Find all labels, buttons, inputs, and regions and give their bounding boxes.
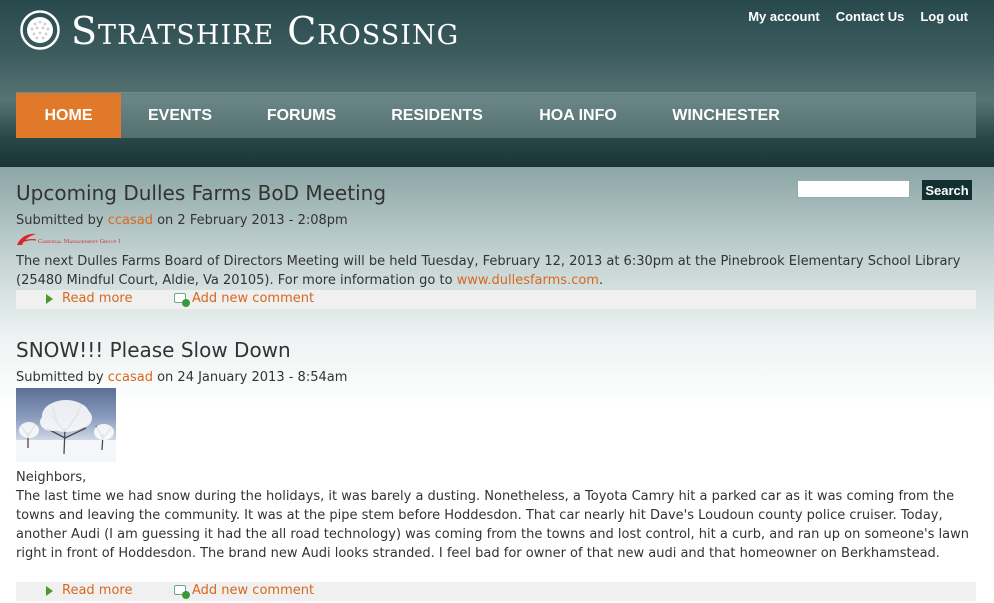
contact-us-link[interactable]: Contact Us [836,9,905,24]
body-text: The last time we had snow during the hol… [16,489,969,561]
nav-item-home[interactable]: HOME [16,93,121,138]
post-body: The next Dulles Farms Board of Directors… [16,252,978,290]
log-out-link[interactable]: Log out [920,9,968,24]
search-button[interactable]: Search [922,180,972,200]
author-link[interactable]: ccasad [108,213,153,228]
nav-item-forums[interactable]: FORUMS [254,93,349,138]
post-submitted: Submitted by ccasad on 24 January 2013 -… [16,370,347,385]
post-date: on 2 February 2013 - 2:08pm [157,213,348,228]
snow-tree-image[interactable] [16,388,116,462]
post-links: Read more Add new comment [16,290,976,309]
add-comment-link[interactable]: Add new comment [192,583,314,598]
submitted-prefix: Submitted by [16,370,104,385]
dullesfarms-link[interactable]: www.dullesfarms.com [457,273,599,288]
nav-item-hoa-info[interactable]: HOA INFO [528,93,628,138]
read-more-link[interactable]: Read more [62,583,132,598]
read-more-link[interactable]: Read more [62,291,132,306]
nav-item-events[interactable]: EVENTS [134,93,226,138]
nav-item-winchester[interactable]: WINCHESTER [666,93,786,138]
add-comment-link[interactable]: Add new comment [192,291,314,306]
primary-nav: HOME EVENTS FORUMS RESIDENTS HOA INFO WI… [16,92,976,138]
post-greeting: Neighbors, [16,470,87,485]
body-end: . [598,273,604,288]
golf-ball-icon[interactable] [20,10,60,50]
add-comment-icon [174,293,190,307]
snowy-tree-icon [16,400,116,462]
svg-text:Cardinal Management Group Inc: Cardinal Management Group Inc [38,239,120,245]
secondary-links: My account Contact Us Log out [748,9,968,24]
my-account-link[interactable]: My account [748,9,820,24]
submitted-prefix: Submitted by [16,213,104,228]
arrow-right-icon [46,586,53,596]
author-link[interactable]: ccasad [108,370,153,385]
site-name[interactable]: Stratshire Crossing [71,9,459,53]
cardinal-management-logo: Cardinal Management Group Inc [17,233,120,245]
post-date: on 24 January 2013 - 8:54am [157,370,348,385]
add-comment-icon [174,585,190,599]
site-header: Stratshire Crossing My account Contact U… [0,0,994,167]
post-links: Read more Add new comment [16,582,976,601]
arrow-right-icon [46,294,53,304]
post-submitted: Submitted by ccasad on 2 February 2013 -… [16,213,348,228]
post-title[interactable]: Upcoming Dulles Farms BoD Meeting [16,181,386,205]
post-body: Neighbors, The last time we had snow dur… [16,468,978,563]
nav-item-residents[interactable]: RESIDENTS [381,93,493,138]
search-input[interactable] [797,180,910,198]
post-title[interactable]: SNOW!!! Please Slow Down [16,338,291,362]
